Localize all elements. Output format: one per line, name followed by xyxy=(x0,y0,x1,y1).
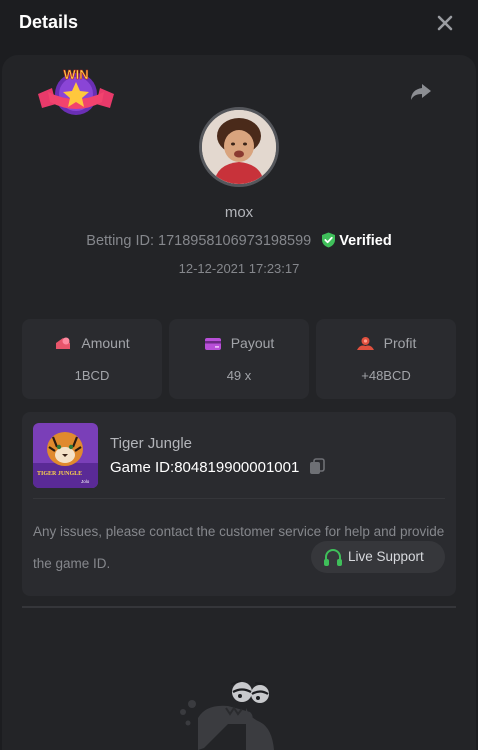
betting-id-value: 1718958106973198599 xyxy=(158,233,312,249)
header: Details xyxy=(0,0,478,50)
payout-icon xyxy=(204,338,221,350)
game-thumbnail[interactable]: TIGER JUNGLE Jolo xyxy=(33,423,98,488)
live-support-label: Live Support xyxy=(348,549,424,564)
svg-text:Jolo: Jolo xyxy=(81,479,90,484)
verified-label: Verified xyxy=(339,233,392,249)
share-icon xyxy=(411,84,431,100)
amount-icon xyxy=(56,337,71,349)
divider xyxy=(33,498,445,499)
headset-icon xyxy=(324,549,342,566)
avatar xyxy=(199,107,279,187)
stats-row: Amount 1BCD Payout 49 x Profit +48BCD xyxy=(22,319,456,399)
svg-text:WIN: WIN xyxy=(63,67,88,82)
profit-value: +48BCD xyxy=(361,368,411,383)
profit-tile: Profit +48BCD xyxy=(316,319,456,399)
game-card: TIGER JUNGLE Jolo Tiger Jungle Game ID:8… xyxy=(22,412,456,596)
username: mox xyxy=(224,204,254,221)
amount-value: 1BCD xyxy=(74,368,110,383)
copy-game-id-button[interactable] xyxy=(309,458,325,475)
divider xyxy=(22,606,456,608)
game-name: Tiger Jungle xyxy=(110,435,192,452)
betting-id-label: Betting ID: xyxy=(86,233,159,249)
share-button[interactable] xyxy=(408,80,434,104)
amount-tile: Amount 1BCD xyxy=(22,319,162,399)
profit-icon xyxy=(356,337,374,350)
win-badge: WIN xyxy=(36,62,116,122)
game-id-value: 804819900001001 xyxy=(174,459,300,476)
close-button[interactable] xyxy=(432,10,458,36)
copy-icon xyxy=(309,458,325,474)
profit-label: Profit xyxy=(383,335,417,351)
page-title: Details xyxy=(19,12,79,32)
betting-id-row: Betting ID: 1718958106973198599 Verified xyxy=(0,232,478,249)
payout-label: Payout xyxy=(230,335,275,351)
game-id-row: Game ID:804819900001001 xyxy=(110,458,325,476)
svg-text:TIGER JUNGLE: TIGER JUNGLE xyxy=(37,471,82,477)
live-support-button[interactable]: Live Support xyxy=(311,541,445,573)
amount-label: Amount xyxy=(81,335,130,351)
crocodile-mascot-illustration xyxy=(176,678,284,750)
payout-value: 49 x xyxy=(226,368,252,383)
close-icon xyxy=(437,15,453,31)
verified-shield-icon xyxy=(322,232,336,248)
payout-tile: Payout 49 x xyxy=(169,319,309,399)
bet-timestamp: 12-12-2021 17:23:17 xyxy=(178,261,300,276)
game-id-label: Game ID: xyxy=(110,459,175,476)
